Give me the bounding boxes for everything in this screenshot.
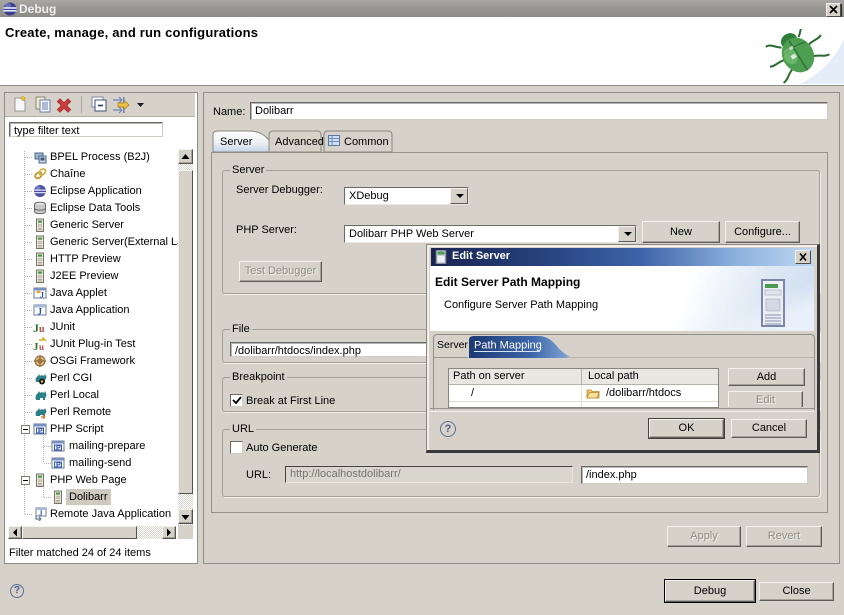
svg-text:J: J — [40, 291, 44, 300]
svg-text:Advanced: Advanced — [275, 136, 324, 148]
svg-text:P: P — [56, 445, 61, 452]
svg-text:Common: Common — [344, 136, 389, 148]
svg-text:J: J — [38, 307, 43, 317]
svg-text:u: u — [39, 342, 44, 351]
svg-text:P: P — [56, 462, 61, 469]
svg-text:Server: Server — [220, 136, 253, 148]
svg-text:u: u — [39, 324, 45, 334]
svg-text:J: J — [39, 510, 43, 518]
svg-text:Path Mapping: Path Mapping — [474, 340, 542, 352]
svg-text:P: P — [38, 428, 43, 435]
